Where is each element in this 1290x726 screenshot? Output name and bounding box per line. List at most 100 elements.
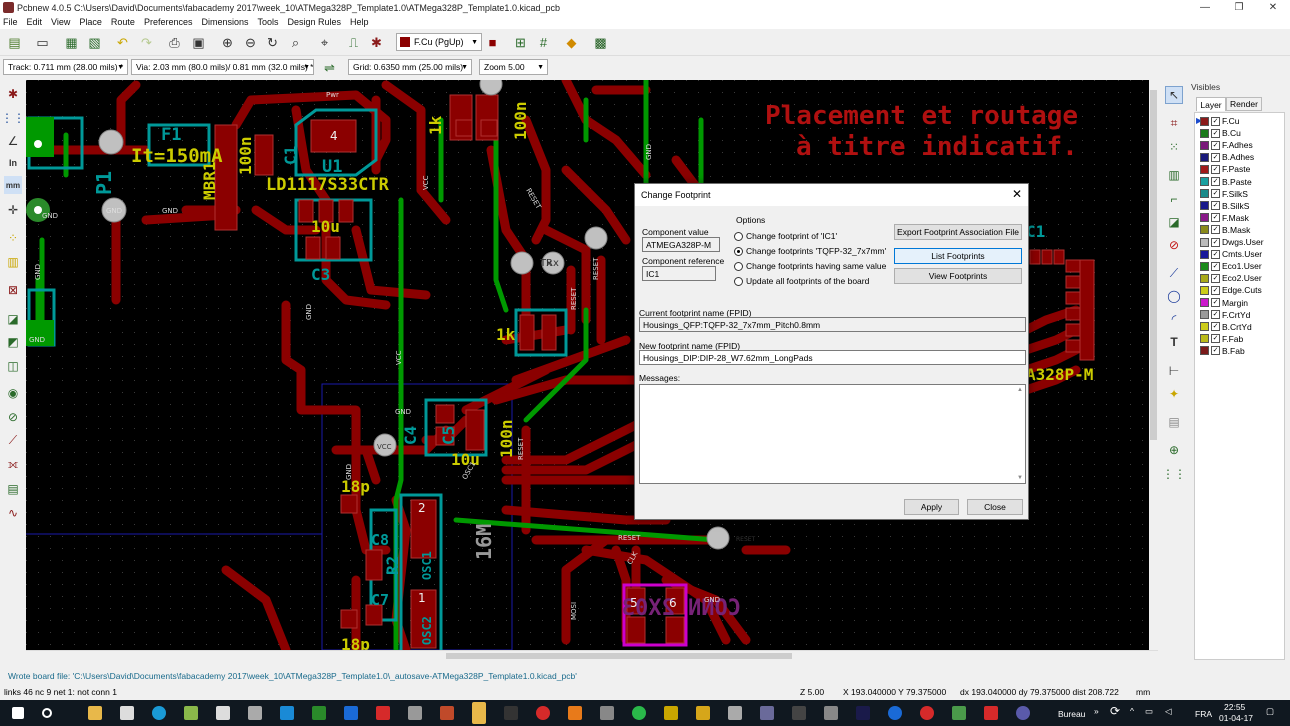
layer-visibility-checkbox[interactable]: ✓ (1211, 164, 1220, 174)
layer-color-swatch[interactable] (1200, 140, 1209, 150)
network-icon[interactable]: ▭ (1145, 706, 1153, 717)
module-ratsnest-icon[interactable]: ▥ (4, 253, 22, 271)
app-icon[interactable] (856, 706, 870, 720)
open-module-editor-icon[interactable]: ▦ (62, 33, 81, 52)
mm-units-icon[interactable]: mm (4, 176, 22, 194)
layer-visibility-checkbox[interactable]: ✓ (1211, 140, 1220, 150)
layer-color-swatch[interactable] (1200, 261, 1209, 271)
layer-color-swatch[interactable] (1200, 201, 1209, 211)
app-icon[interactable] (312, 706, 326, 720)
app-icon[interactable] (920, 706, 934, 720)
app-icon[interactable] (952, 706, 966, 720)
layer-color-swatch[interactable] (1200, 213, 1209, 223)
menu-view[interactable]: View (51, 17, 70, 27)
layer-visibility-checkbox[interactable]: ✓ (1211, 322, 1220, 332)
new-fpid-input[interactable]: Housings_DIP:DIP-28_W7.62mm_LongPads (639, 350, 1026, 365)
app-icon[interactable] (632, 706, 646, 720)
layer-color-swatch[interactable] (1200, 310, 1209, 320)
app-icon[interactable] (728, 706, 742, 720)
export-footprint-association-button[interactable]: Export Footprint Association File (894, 224, 1022, 240)
netlist-icon[interactable]: ⎍ (344, 33, 363, 52)
scripting-console-icon[interactable]: ▩ (591, 33, 610, 52)
volume-icon[interactable]: ◁ (1165, 706, 1172, 717)
zone-outline-icon[interactable]: ◩ (4, 333, 22, 351)
layer-visibility-checkbox[interactable]: ✓ (1211, 128, 1220, 138)
vertical-scroll-thumb[interactable] (1150, 90, 1157, 440)
file-explorer-icon[interactable] (88, 706, 102, 720)
grid-select[interactable]: Grid: 0.6350 mm (25.00 mils) ▼ (348, 59, 472, 75)
polar-coords-icon[interactable]: ∠ (4, 132, 22, 150)
scroll-up-icon[interactable]: ▲ (1017, 387, 1023, 393)
delete-icon[interactable]: ▤ (1165, 413, 1183, 431)
layer-color-swatch[interactable] (1200, 237, 1209, 247)
notifications-icon[interactable]: ▢ (1266, 706, 1274, 717)
dialog-close-icon[interactable]: ✕ (1012, 187, 1022, 201)
keepout-area-icon[interactable]: ⊘ (1165, 236, 1183, 254)
layer-row[interactable]: ✓ F.Adhes (1200, 139, 1253, 151)
zoom-select[interactable]: Zoom 5.00 ▼ (479, 59, 548, 75)
layer-row[interactable]: ✓ B.Cu (1200, 127, 1241, 139)
layer-color-swatch[interactable] (1200, 346, 1209, 356)
calculator-icon[interactable] (600, 706, 614, 720)
layer-row[interactable]: ✓ B.Paste (1200, 176, 1252, 188)
clock-date[interactable]: 01-04-17 (1219, 713, 1253, 723)
layer-visibility-checkbox[interactable]: ✓ (1211, 273, 1220, 283)
track-width-select[interactable]: Track: 0.711 mm (28.00 mils) * ▼ (3, 59, 128, 75)
layer-color-swatch[interactable] (1200, 152, 1209, 162)
layer-visibility-checkbox[interactable]: ✓ (1211, 213, 1220, 223)
menu-dimensions[interactable]: Dimensions (201, 17, 248, 27)
layer-row[interactable]: ✓ Cmts.User (1200, 248, 1262, 260)
view-footprints-button[interactable]: View Footprints (894, 268, 1022, 284)
select-arrow-icon[interactable]: ↖ (1165, 86, 1183, 104)
vertical-scrollbar[interactable] (1149, 80, 1158, 650)
horizontal-scroll-thumb[interactable] (446, 653, 792, 659)
layer-visibility-checkbox[interactable]: ✓ (1211, 346, 1220, 356)
layer-row[interactable]: ✓ F.Fab (1200, 333, 1243, 345)
layer-color-swatch[interactable] (1200, 189, 1209, 199)
layer-visibility-checkbox[interactable]: ✓ (1211, 261, 1220, 271)
add-text-icon[interactable]: T (1165, 333, 1183, 351)
layers-manager-icon[interactable]: ▤ (4, 480, 22, 498)
layer-visibility-checkbox[interactable]: ✓ (1211, 237, 1220, 247)
drc-off-icon[interactable]: ✱ (4, 85, 22, 103)
find-icon[interactable]: ⌖ (315, 33, 334, 52)
desktop-toolbar-label[interactable]: Bureau (1058, 709, 1085, 719)
layer-row[interactable]: ✓ F.CrtYd (1200, 309, 1250, 321)
auto-place-icon[interactable]: ⊞ (511, 33, 530, 52)
current-fpid-field[interactable]: Housings_QFP:TQFP-32_7x7mm_Pitch0.8mm (639, 317, 1026, 332)
layer-row[interactable]: ✓ Eco1.User (1200, 260, 1262, 272)
menu-tools[interactable]: Tools (258, 17, 279, 27)
zoom-fit-icon[interactable]: ⌕ (286, 33, 305, 52)
menu-preferences[interactable]: Preferences (144, 17, 193, 27)
inkscape-icon[interactable] (248, 706, 262, 720)
add-footprint-icon[interactable]: ▥ (1165, 166, 1183, 184)
layer-row[interactable]: ✓ B.Mask (1200, 224, 1250, 236)
add-circle-icon[interactable]: ◯ (1165, 287, 1183, 305)
layer-row[interactable]: ✓ B.Adhes (1200, 151, 1254, 163)
sync-icon[interactable]: ⟳ (1110, 704, 1120, 718)
app-icon[interactable] (760, 706, 774, 720)
search-icon[interactable] (42, 708, 52, 718)
auto-track-width-icon[interactable]: ⇌ (320, 58, 339, 77)
show-filled-zones-icon[interactable]: ◪ (4, 310, 22, 328)
option-update-all[interactable]: Update all footprints of the board (734, 276, 869, 286)
add-dimension-icon[interactable]: ⊢ (1165, 362, 1183, 380)
option-change-footprint-ic1[interactable]: Change footprint of 'IC1' (734, 231, 837, 241)
plot-icon[interactable]: ▣ (189, 33, 208, 52)
close-button[interactable]: Close (967, 499, 1023, 515)
paint-icon[interactable] (184, 706, 198, 720)
layer-color-swatch[interactable] (1200, 128, 1209, 138)
app-icon[interactable] (824, 706, 838, 720)
option-same-value[interactable]: Change footprints having same value (734, 261, 886, 271)
chrome-icon[interactable] (536, 706, 550, 720)
maximize-button[interactable]: ❐ (1222, 0, 1256, 15)
add-arc-icon[interactable]: ◜ (1165, 310, 1183, 328)
layer-row[interactable]: ✓ B.SilkS (1200, 200, 1249, 212)
app-icon[interactable] (888, 706, 902, 720)
page-settings-icon[interactable]: ▭ (33, 33, 52, 52)
menu-place[interactable]: Place (79, 17, 102, 27)
add-line-icon[interactable]: ⟋ (1165, 264, 1183, 282)
zoom-out-icon[interactable]: ⊖ (241, 33, 260, 52)
app-icon[interactable] (1016, 706, 1030, 720)
high-contrast-icon[interactable]: ⟗ (4, 455, 22, 473)
